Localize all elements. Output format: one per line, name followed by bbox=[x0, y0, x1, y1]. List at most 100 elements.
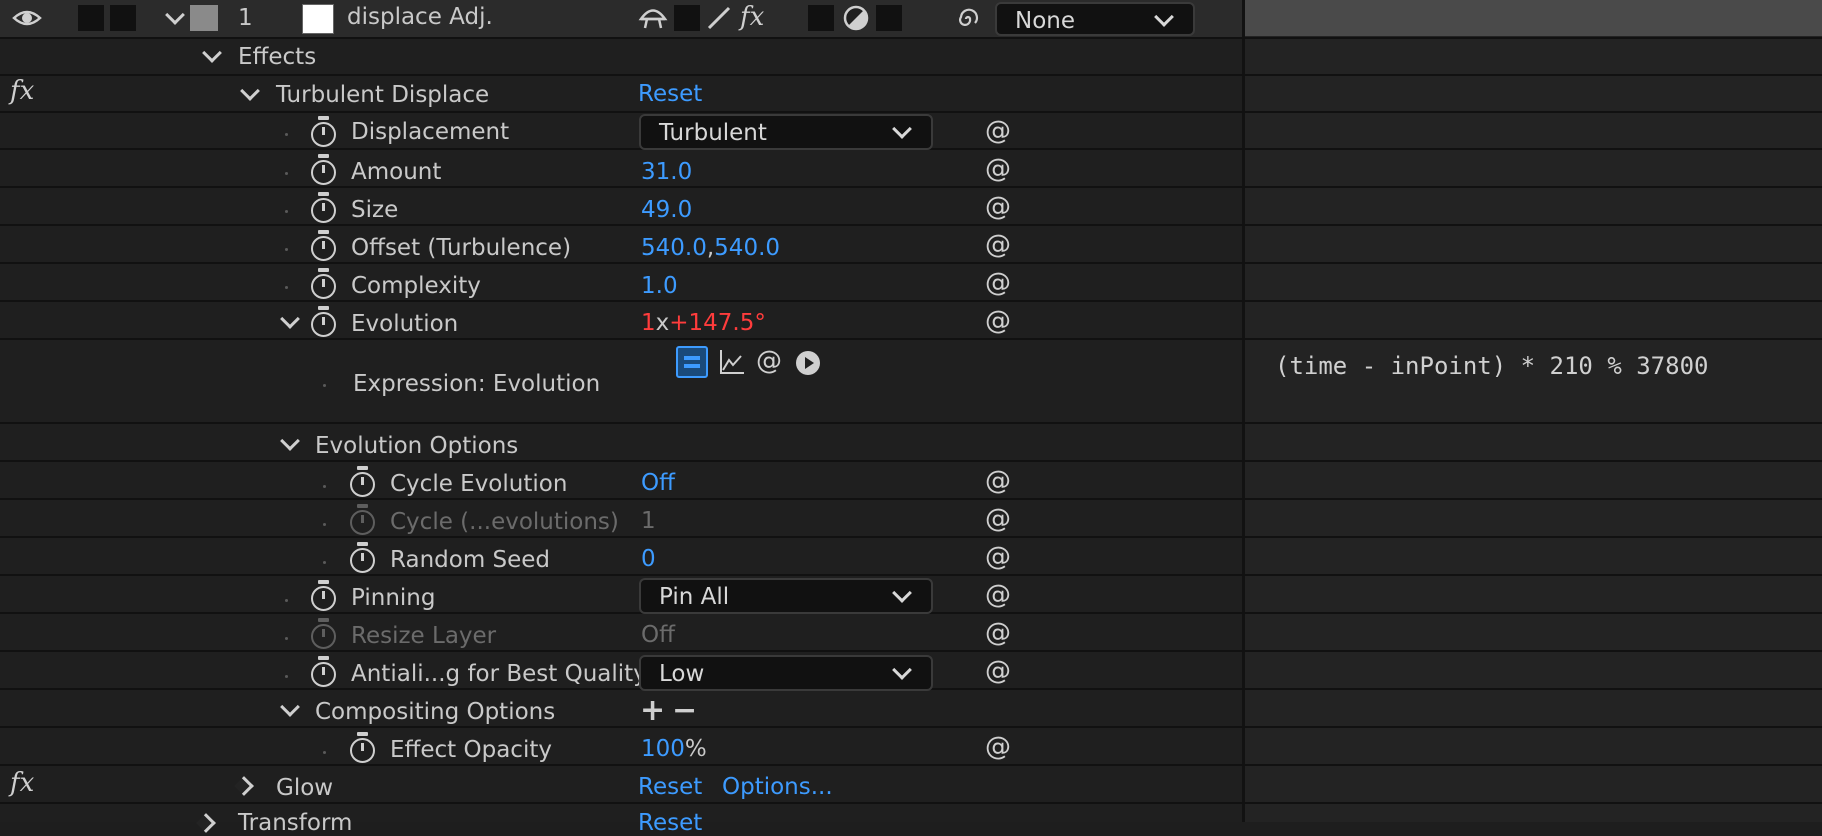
offset-label: Offset (Turbulence) bbox=[351, 235, 572, 261]
layer-duration-bar[interactable] bbox=[1245, 0, 1822, 36]
stopwatch-icon[interactable] bbox=[311, 192, 336, 223]
remove-mask-button[interactable]: − bbox=[672, 696, 697, 726]
effect-opacity-value: 100% bbox=[641, 738, 707, 761]
pick-whip-icon[interactable]: @ bbox=[985, 232, 1011, 258]
size-label: Size bbox=[351, 197, 399, 223]
expression-enable-icon[interactable] bbox=[676, 346, 708, 378]
effect-opacity-number[interactable]: 100 bbox=[641, 736, 685, 762]
effect-enable-fx-icon[interactable]: fx bbox=[10, 76, 34, 106]
displacement-label: Displacement bbox=[351, 119, 510, 145]
cycle-evolution-label: Cycle Evolution bbox=[390, 471, 568, 497]
displacement-dropdown[interactable]: Turbulent bbox=[639, 114, 933, 150]
audio-toggle[interactable] bbox=[78, 5, 104, 31]
reset-button[interactable]: Reset bbox=[638, 83, 702, 106]
effect-name-turbulent[interactable]: Turbulent Displace bbox=[276, 84, 489, 107]
cycle-evolution-value[interactable]: Off bbox=[641, 472, 675, 495]
stopwatch-icon[interactable] bbox=[311, 116, 336, 147]
solo-toggle[interactable] bbox=[110, 5, 136, 31]
stopwatch-icon[interactable] bbox=[311, 306, 336, 337]
layer-name[interactable]: displace Adj. bbox=[347, 6, 493, 29]
motion-blur-icon[interactable] bbox=[843, 5, 869, 31]
pick-whip-icon[interactable]: @ bbox=[985, 506, 1011, 532]
stopwatch-icon[interactable] bbox=[311, 230, 336, 261]
transform-label[interactable]: Transform bbox=[238, 812, 352, 835]
stopwatch-icon[interactable] bbox=[311, 656, 336, 687]
collapse-toggle[interactable] bbox=[674, 5, 700, 31]
antialiasing-dropdown[interactable]: Low bbox=[639, 655, 933, 691]
effects-label: Effects bbox=[238, 44, 317, 70]
evolution-options-label[interactable]: Evolution Options bbox=[315, 435, 518, 458]
graph-icon[interactable] bbox=[718, 348, 746, 376]
pick-whip-icon[interactable]: @ bbox=[985, 156, 1011, 182]
evolution-value: 1x+147.5° bbox=[641, 312, 766, 335]
complexity-label: Complexity bbox=[351, 273, 481, 299]
parent-dropdown[interactable]: None bbox=[995, 2, 1195, 36]
compositing-options-label[interactable]: Compositing Options bbox=[315, 701, 555, 724]
stopwatch-icon[interactable] bbox=[350, 466, 375, 497]
evolution-label: Evolution bbox=[351, 311, 459, 337]
fx-toggle-icon[interactable]: fx bbox=[740, 2, 764, 32]
stopwatch-icon bbox=[311, 618, 336, 649]
stopwatch-icon[interactable] bbox=[311, 154, 336, 185]
add-mask-button[interactable]: + bbox=[640, 696, 665, 726]
pinning-dropdown[interactable]: Pin All bbox=[639, 578, 933, 614]
layer-number: 1 bbox=[238, 5, 253, 31]
offset-y-value[interactable]: 540.0 bbox=[714, 235, 780, 261]
cycle-revolutions-label: Cycle (...evolutions) bbox=[390, 509, 619, 535]
timeline-layer-panel bbox=[0, 0, 1242, 822]
stopwatch-icon[interactable] bbox=[311, 268, 336, 299]
chevron-down-icon bbox=[892, 119, 912, 139]
pick-whip-icon[interactable]: @ bbox=[985, 582, 1011, 608]
offset-x-value[interactable]: 540.0 bbox=[641, 235, 707, 261]
evolution-degrees[interactable]: +147.5 bbox=[669, 310, 754, 336]
parent-dropdown-value: None bbox=[1015, 8, 1076, 34]
antialiasing-label: Antiali...g for Best Quality bbox=[351, 661, 647, 687]
chevron-down-icon bbox=[892, 583, 912, 603]
effect-opacity-unit: % bbox=[684, 736, 707, 762]
pick-whip-icon[interactable]: @ bbox=[985, 270, 1011, 296]
pick-whip-icon[interactable]: @ bbox=[985, 468, 1011, 494]
language-menu-icon[interactable] bbox=[794, 349, 822, 377]
glow-options-button[interactable]: Options... bbox=[722, 776, 833, 799]
eye-icon[interactable] bbox=[12, 6, 42, 30]
lock-toggle[interactable] bbox=[190, 5, 218, 31]
transform-reset-button[interactable]: Reset bbox=[638, 812, 702, 835]
parent-pick-whip-icon[interactable] bbox=[955, 6, 981, 32]
frame-blend-toggle[interactable] bbox=[808, 5, 834, 31]
shy-icon[interactable] bbox=[638, 4, 668, 30]
expression-label: Expression: Evolution bbox=[353, 371, 601, 397]
expression-pick-whip-icon[interactable]: @ bbox=[756, 348, 782, 374]
glow-reset-button[interactable]: Reset bbox=[638, 776, 702, 799]
stopwatch-icon[interactable] bbox=[350, 542, 375, 573]
timeline-graph-panel bbox=[1245, 0, 1822, 822]
effect-enable-fx-icon[interactable]: fx bbox=[10, 768, 34, 798]
cycle-revolutions-value: 1 bbox=[641, 508, 656, 534]
pick-whip-icon[interactable]: @ bbox=[985, 118, 1011, 144]
stopwatch-icon bbox=[350, 504, 375, 535]
stopwatch-icon[interactable] bbox=[350, 732, 375, 763]
quality-icon[interactable] bbox=[705, 5, 733, 31]
evolution-revolutions[interactable]: 1 bbox=[641, 310, 656, 336]
pick-whip-icon[interactable]: @ bbox=[985, 194, 1011, 220]
stopwatch-icon[interactable] bbox=[311, 580, 336, 611]
random-seed-label: Random Seed bbox=[390, 547, 551, 573]
effect-name-glow[interactable]: Glow bbox=[276, 777, 333, 800]
pick-whip-icon[interactable]: @ bbox=[985, 620, 1011, 646]
size-value[interactable]: 49.0 bbox=[641, 199, 692, 222]
pinning-label: Pinning bbox=[351, 585, 436, 611]
pinning-dropdown-value: Pin All bbox=[659, 584, 730, 610]
chevron-down-icon bbox=[892, 660, 912, 680]
amount-label: Amount bbox=[351, 159, 442, 185]
pick-whip-icon[interactable]: @ bbox=[985, 658, 1011, 684]
displacement-dropdown-value: Turbulent bbox=[659, 120, 767, 146]
layer-color-swatch[interactable] bbox=[302, 4, 334, 34]
expression-code[interactable]: (time - inPoint) * 210 % 37800 bbox=[1275, 352, 1708, 380]
pick-whip-icon[interactable]: @ bbox=[985, 734, 1011, 760]
pick-whip-icon[interactable]: @ bbox=[985, 308, 1011, 334]
amount-value[interactable]: 31.0 bbox=[641, 161, 692, 184]
complexity-value[interactable]: 1.0 bbox=[641, 275, 678, 298]
chevron-down-icon bbox=[1154, 7, 1174, 27]
adjustment-toggle[interactable] bbox=[876, 5, 902, 31]
random-seed-value[interactable]: 0 bbox=[641, 548, 656, 571]
pick-whip-icon[interactable]: @ bbox=[985, 544, 1011, 570]
